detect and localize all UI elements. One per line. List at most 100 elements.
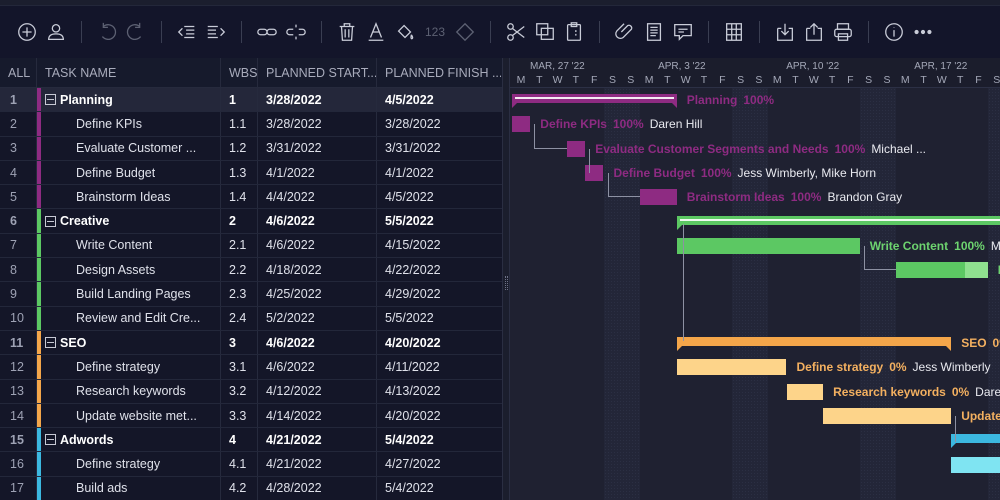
task-name-cell[interactable]: Define Budget: [37, 160, 221, 185]
indent-button[interactable]: [203, 19, 229, 45]
planned-start-cell[interactable]: 4/6/2022: [258, 233, 377, 258]
cut-button[interactable]: [503, 19, 529, 45]
planned-start-cell[interactable]: 5/2/2022: [258, 306, 377, 330]
task-name-cell[interactable]: Define KPIs: [37, 112, 221, 136]
columns-button[interactable]: [721, 19, 747, 45]
planned-start-cell[interactable]: 4/25/2022: [258, 282, 377, 306]
comment-button[interactable]: [670, 19, 696, 45]
fill-color-button[interactable]: [392, 19, 418, 45]
task-bar[interactable]: [676, 237, 860, 254]
planned-start-cell[interactable]: 4/18/2022: [258, 258, 377, 282]
table-row-group[interactable]: 1 Planning 1 3/28/2022 4/5/2022: [0, 88, 502, 113]
print-button[interactable]: [830, 19, 856, 45]
wbs-cell[interactable]: 1.1: [221, 112, 258, 136]
wbs-cell[interactable]: 1.3: [221, 160, 258, 185]
task-bar[interactable]: [585, 164, 604, 181]
task-name-cell[interactable]: Review and Edit Cre...: [37, 306, 221, 330]
wbs-cell[interactable]: 2: [221, 209, 258, 233]
number-format-button[interactable]: 123: [421, 19, 449, 45]
header-task-name[interactable]: TASK NAME: [37, 58, 221, 87]
planned-finish-cell[interactable]: 4/22/2022: [377, 258, 501, 281]
planned-finish-cell[interactable]: 5/4/2022: [377, 477, 501, 500]
planned-finish-cell[interactable]: 4/15/2022: [377, 234, 501, 257]
planned-start-cell[interactable]: 4/12/2022: [258, 379, 377, 403]
task-name-cell[interactable]: Adwords: [37, 428, 221, 452]
task-bar[interactable]: [676, 359, 787, 376]
planned-start-cell[interactable]: 4/6/2022: [258, 330, 377, 355]
planned-finish-cell[interactable]: 4/5/2022: [377, 88, 501, 111]
wbs-cell[interactable]: 2.1: [221, 233, 258, 258]
wbs-cell[interactable]: 3: [221, 330, 258, 355]
table-row[interactable]: 5 Brainstorm Ideas 1.4 4/4/2022 4/5/2022: [0, 185, 502, 210]
table-row-group[interactable]: 11 SEO 3 4/6/2022 4/20/2022: [0, 330, 502, 356]
trash-button[interactable]: [334, 19, 360, 45]
table-row[interactable]: 16 Define strategy 4.1 4/21/2022 4/27/20…: [0, 452, 502, 477]
task-name-cell[interactable]: Define strategy: [37, 355, 221, 379]
wbs-cell[interactable]: 3.2: [221, 379, 258, 403]
planned-finish-cell[interactable]: 4/27/2022: [377, 452, 501, 475]
redo-button[interactable]: [123, 19, 149, 45]
user-button[interactable]: [43, 19, 69, 45]
collapse-icon[interactable]: [45, 215, 56, 227]
undo-button[interactable]: [94, 19, 120, 45]
wbs-cell[interactable]: 2.4: [221, 306, 258, 330]
more-button[interactable]: [910, 19, 936, 45]
task-bar[interactable]: [786, 383, 824, 400]
task-name-cell[interactable]: Define strategy: [37, 452, 221, 476]
planned-finish-cell[interactable]: 4/20/2022: [377, 331, 501, 354]
table-row-group[interactable]: 15 Adwords 4 4/21/2022 5/4/2022: [0, 428, 502, 453]
planned-start-cell[interactable]: 3/28/2022: [258, 88, 377, 112]
table-row[interactable]: 3 Evaluate Customer ... 1.2 3/31/2022 3/…: [0, 136, 502, 161]
add-button[interactable]: [14, 19, 40, 45]
planned-start-cell[interactable]: 4/4/2022: [258, 185, 377, 209]
planned-finish-cell[interactable]: 4/29/2022: [377, 282, 501, 305]
task-name-cell[interactable]: Build ads: [37, 476, 221, 500]
planned-start-cell[interactable]: 3/28/2022: [258, 112, 377, 136]
task-bar[interactable]: [640, 189, 677, 206]
wbs-cell[interactable]: 3.1: [221, 355, 258, 379]
planned-start-cell[interactable]: 4/21/2022: [258, 428, 377, 452]
planned-finish-cell[interactable]: 5/5/2022: [377, 307, 501, 330]
wbs-cell[interactable]: 4: [221, 428, 258, 452]
task-bar[interactable]: [512, 116, 531, 133]
header-planned-start[interactable]: PLANNED START...: [258, 58, 377, 87]
unlink-button[interactable]: [283, 19, 309, 45]
table-row[interactable]: 13 Research keywords 3.2 4/12/2022 4/13/…: [0, 379, 502, 404]
milestone-button[interactable]: [452, 19, 478, 45]
planned-finish-cell[interactable]: 4/11/2022: [377, 355, 501, 378]
table-row[interactable]: 14 Update website met... 3.3 4/14/2022 4…: [0, 403, 502, 429]
planned-finish-cell[interactable]: 4/5/2022: [377, 185, 501, 208]
planned-finish-cell[interactable]: 4/13/2022: [377, 380, 501, 403]
task-name-cell[interactable]: Creative: [37, 209, 221, 233]
task-name-cell[interactable]: Evaluate Customer ...: [37, 136, 221, 160]
planned-start-cell[interactable]: 4/14/2022: [258, 403, 377, 428]
task-name-cell[interactable]: Update website met...: [37, 403, 221, 428]
summary-bar[interactable]: [676, 215, 1000, 230]
task-name-cell[interactable]: Design Assets: [37, 258, 221, 282]
wbs-cell[interactable]: 4.2: [221, 476, 258, 500]
planned-finish-cell[interactable]: 3/31/2022: [377, 137, 501, 160]
wbs-cell[interactable]: 4.1: [221, 452, 258, 476]
wbs-cell[interactable]: 2.3: [221, 282, 258, 306]
table-row-group[interactable]: 6 Creative 2 4/6/2022 5/5/2022: [0, 209, 502, 234]
task-bar[interactable]: [566, 140, 586, 157]
planned-finish-cell[interactable]: 5/5/2022: [377, 209, 501, 232]
table-row[interactable]: 9 Build Landing Pages 2.3 4/25/2022 4/29…: [0, 282, 502, 307]
outdent-button[interactable]: [174, 19, 200, 45]
export-button[interactable]: [801, 19, 827, 45]
planned-start-cell[interactable]: 4/21/2022: [258, 452, 377, 476]
task-bar[interactable]: [951, 456, 1000, 473]
wbs-cell[interactable]: 3.3: [221, 403, 258, 428]
header-all[interactable]: ALL: [0, 58, 37, 87]
wbs-cell[interactable]: 1: [221, 88, 258, 112]
header-planned-finish[interactable]: PLANNED FINISH ...: [377, 58, 501, 87]
link-button[interactable]: [254, 19, 280, 45]
wbs-cell[interactable]: 2.2: [221, 258, 258, 282]
planned-finish-cell[interactable]: 3/28/2022: [377, 112, 501, 135]
task-bar[interactable]: [823, 407, 952, 424]
planned-start-cell[interactable]: 4/6/2022: [258, 355, 377, 379]
task-name-cell[interactable]: Write Content: [37, 233, 221, 258]
summary-bar[interactable]: [676, 337, 952, 351]
wbs-cell[interactable]: 1.2: [221, 136, 258, 160]
table-row[interactable]: 7 Write Content 2.1 4/6/2022 4/15/2022: [0, 233, 502, 259]
